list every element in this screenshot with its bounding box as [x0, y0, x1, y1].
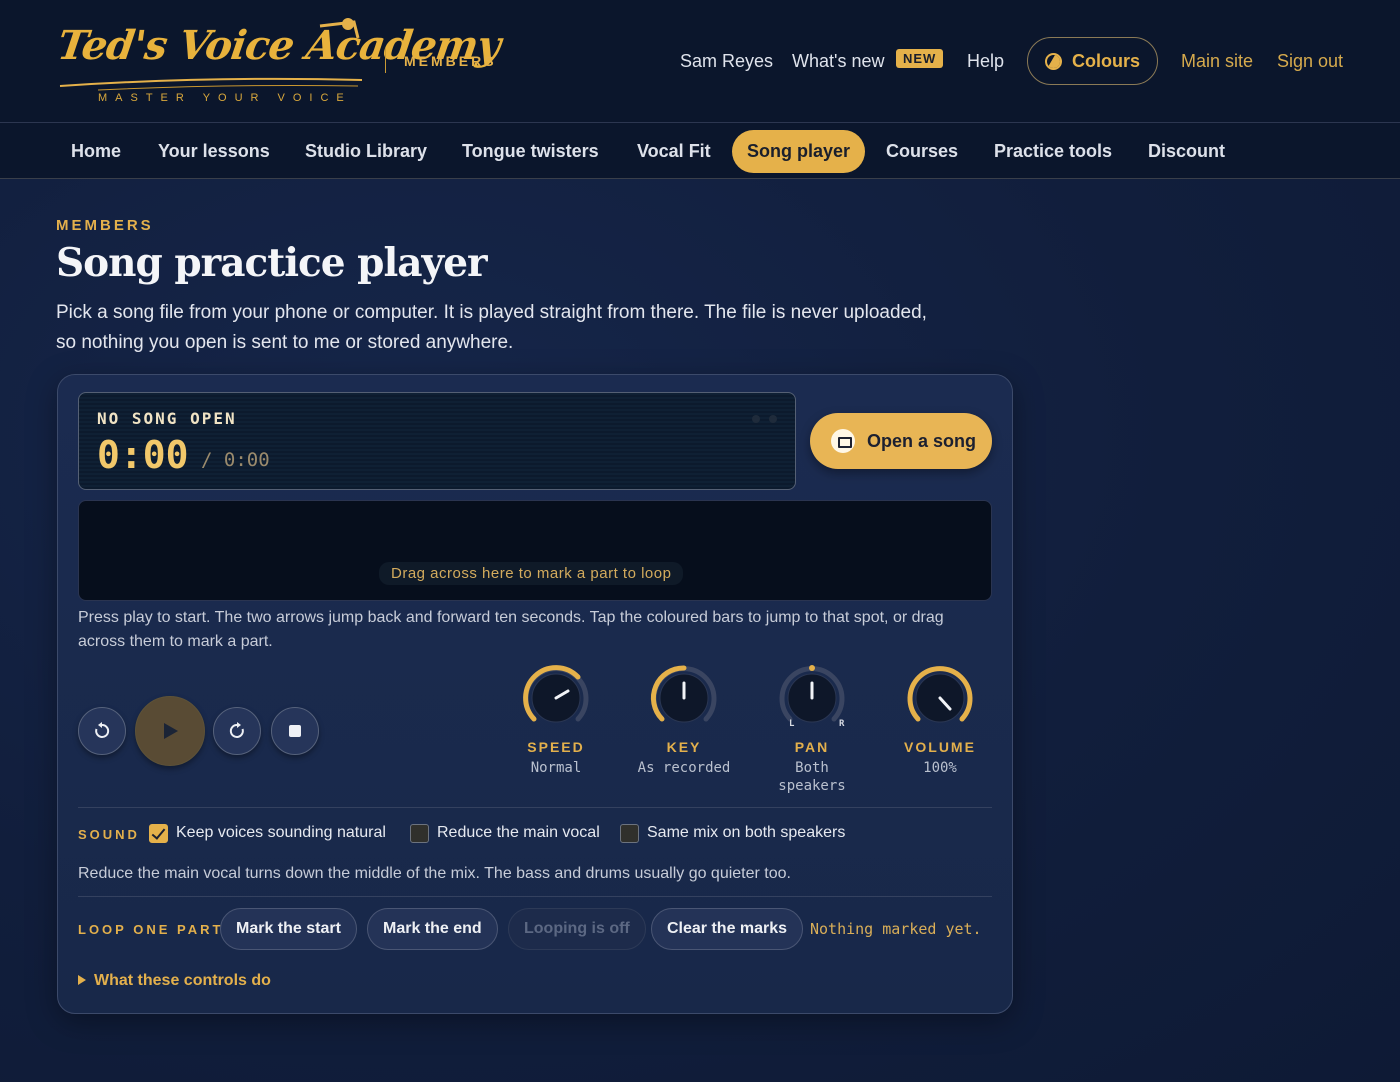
speed-dial-icon: [523, 665, 589, 723]
nav-your-lessons[interactable]: Your lessons: [143, 130, 285, 173]
rewind-10-icon: [95, 722, 110, 738]
page-intro: Pick a song file from your phone or comp…: [56, 302, 927, 353]
speed-knob[interactable]: SPEED Normal: [506, 663, 606, 777]
main-nav: Home Your lessons Studio Library Tongue …: [0, 123, 1400, 179]
stop-button[interactable]: [271, 707, 319, 755]
skip-forward-button[interactable]: [213, 707, 261, 755]
nav-home[interactable]: Home: [56, 130, 136, 173]
open-song-button[interactable]: Open a song: [810, 413, 992, 469]
play-icon: [164, 723, 178, 739]
knob-label: VOLUME: [904, 739, 976, 755]
sound-note: Reduce the main vocal turns down the mid…: [78, 865, 791, 882]
total-time: / 0:00: [201, 449, 270, 471]
page-title: Song practice player: [56, 240, 488, 286]
player-help-text: Press play to start. The two arrows jump…: [78, 609, 944, 650]
current-time: 0:00: [97, 433, 189, 477]
knob-label: PAN: [794, 739, 830, 755]
stop-icon: [289, 725, 301, 737]
sign-out-link[interactable]: Sign out: [1277, 51, 1343, 72]
divider: [78, 807, 992, 808]
divider: [78, 896, 992, 897]
knob-value: As recorded: [637, 760, 731, 776]
checkbox-label: Keep voices sounding natural: [176, 824, 386, 841]
user-name-link[interactable]: Sam Reyes: [680, 51, 773, 72]
checkbox-label: Reduce the main vocal: [437, 824, 600, 841]
nav-courses[interactable]: Courses: [871, 130, 973, 173]
nav-tongue-twisters[interactable]: Tongue twisters: [447, 130, 614, 173]
help-link[interactable]: Help: [967, 51, 1004, 72]
folder-icon: [831, 429, 855, 453]
nav-studio-library[interactable]: Studio Library: [290, 130, 442, 173]
pan-knob[interactable]: L R PAN Both speakers: [762, 663, 862, 795]
loop-section-label: LOOP ONE PART: [78, 922, 224, 937]
key-dial-icon: [650, 665, 717, 723]
page-eyebrow: MEMBERS: [56, 217, 154, 234]
looping-toggle-button[interactable]: Looping is off: [508, 908, 646, 950]
skip-back-button[interactable]: [78, 707, 126, 755]
forward-10-icon: [229, 722, 244, 738]
top-header: Ted's Voice Academy MASTER YOUR VOICE ME…: [0, 0, 1400, 123]
account-nav: Sam Reyes What's new NEW Help Colours Ma…: [0, 37, 1400, 85]
disclosure-triangle-icon: [78, 975, 86, 985]
nav-practice-tools[interactable]: Practice tools: [979, 130, 1127, 173]
volume-dial-icon: [907, 666, 973, 723]
main-site-link[interactable]: Main site: [1181, 51, 1253, 72]
checkbox-label: Same mix on both speakers: [647, 824, 846, 841]
play-button[interactable]: [135, 696, 205, 766]
loop-status: Nothing marked yet.: [810, 920, 982, 938]
mark-start-button[interactable]: Mark the start: [220, 908, 357, 950]
pan-right-mark: R: [839, 719, 845, 729]
knob-value: Both speakers: [778, 760, 846, 794]
knob-value: 100%: [923, 760, 957, 776]
checkbox-checked-icon: [149, 824, 168, 843]
controls-help-toggle[interactable]: What these controls do: [78, 972, 271, 990]
colours-label: Colours: [1072, 51, 1141, 71]
indicator-light: [752, 415, 760, 423]
time-display: NO SONG OPEN 0:00 / 0:00: [78, 392, 796, 490]
nav-song-player[interactable]: Song player: [732, 130, 866, 173]
brand-tagline: MASTER YOUR VOICE: [98, 92, 352, 104]
key-knob[interactable]: KEY As recorded: [634, 663, 734, 777]
knob-value: Normal: [530, 760, 582, 776]
indicator-light: [769, 415, 777, 423]
nav-vocal-fit[interactable]: Vocal Fit: [622, 130, 726, 173]
nav-discount[interactable]: Discount: [1133, 130, 1240, 173]
pan-left-mark: L: [789, 719, 795, 729]
waveform-hint: Drag across here to mark a part to loop: [379, 562, 684, 585]
whats-new-link[interactable]: What's new: [792, 51, 884, 72]
waveform-loop-area[interactable]: Drag across here to mark a part to loop: [78, 500, 992, 601]
pan-dial-icon: [779, 665, 845, 723]
clear-marks-button[interactable]: Clear the marks: [651, 908, 804, 950]
sound-section-label: SOUND: [78, 827, 140, 842]
contrast-icon: [1045, 53, 1062, 70]
mark-end-button[interactable]: Mark the end: [367, 908, 498, 950]
open-song-label: Open a song: [867, 431, 977, 451]
volume-knob[interactable]: VOLUME 100%: [890, 663, 990, 777]
knob-label: SPEED: [527, 739, 585, 755]
colours-button[interactable]: Colours: [1027, 37, 1158, 85]
checkbox-unchecked-icon: [620, 824, 639, 843]
new-badge: NEW: [896, 49, 944, 68]
checkbox-unchecked-icon: [410, 824, 429, 843]
knob-label: KEY: [666, 739, 702, 755]
controls-help-label: What these controls do: [94, 972, 271, 989]
song-player-card: NO SONG OPEN 0:00 / 0:00 Open a song Dra…: [57, 374, 1013, 1014]
song-status: NO SONG OPEN: [97, 409, 237, 428]
